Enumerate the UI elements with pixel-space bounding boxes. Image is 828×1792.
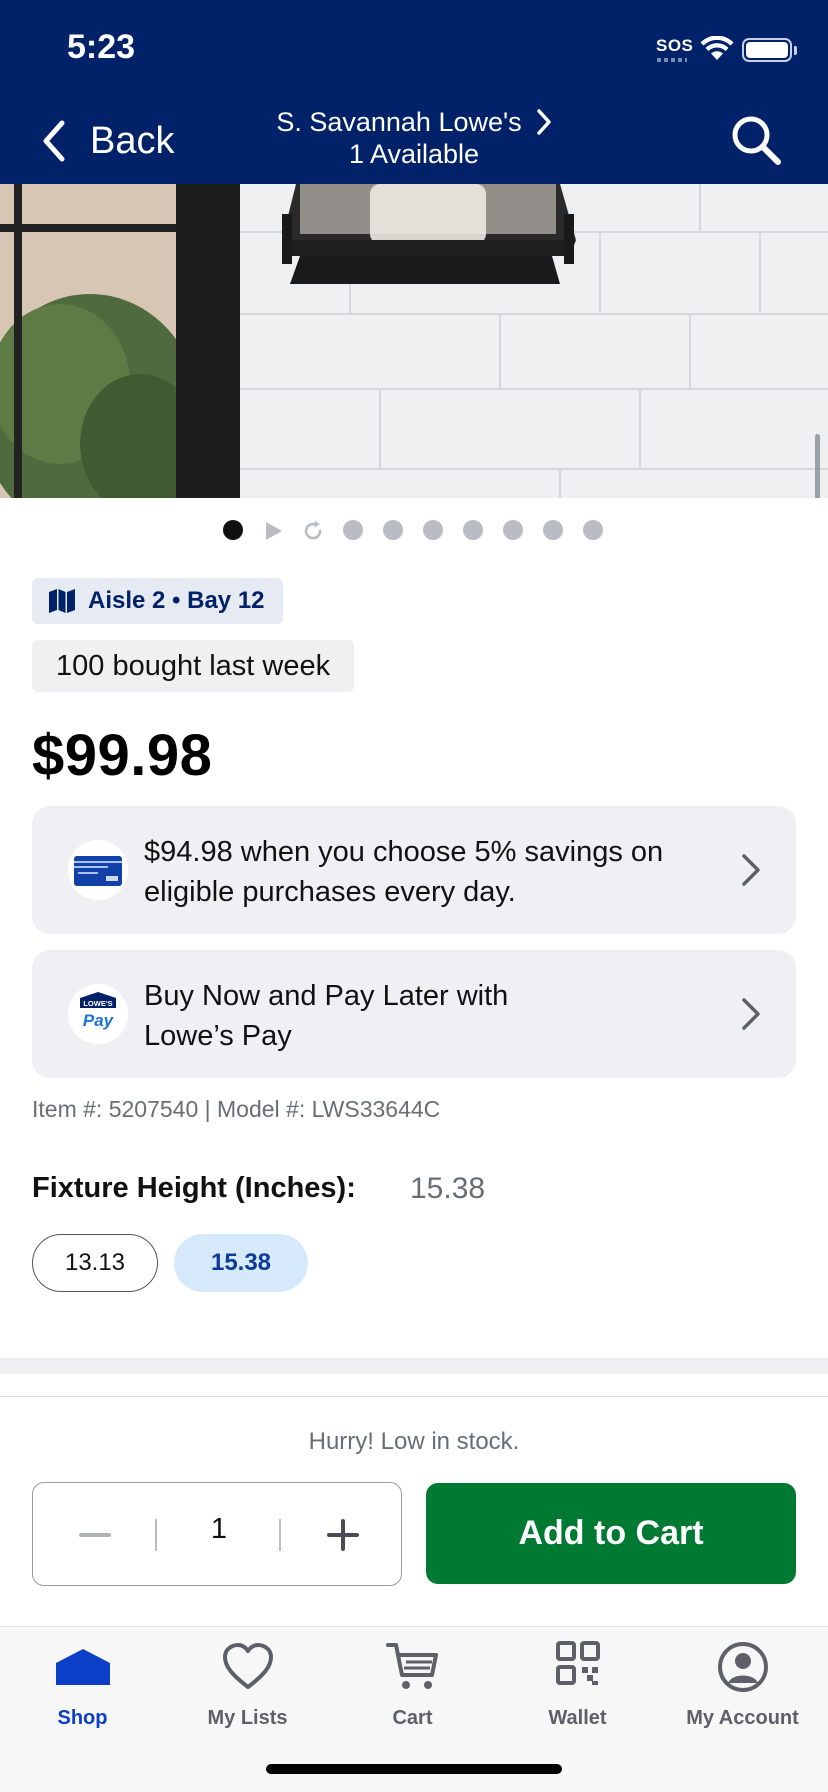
carousel-dot[interactable] [223,520,243,540]
home-indicator [266,1764,562,1774]
tab-label: My Lists [207,1707,288,1729]
qr-code-icon [555,1641,600,1685]
aisle-location-tag[interactable]: Aisle 2 • Bay 12 [32,578,283,624]
chevron-right-icon [742,854,760,886]
product-image[interactable] [0,184,828,498]
store-availability: 1 Available [348,139,480,169]
chevron-right-icon [536,109,551,135]
chevron-left-icon [43,120,65,162]
fixture-height-value: 15.38 [410,1172,486,1205]
video-play-icon[interactable] [262,520,284,542]
map-icon [49,589,75,613]
tab-label: Wallet [548,1707,607,1729]
battery-icon [742,38,792,62]
fixture-option-15-38-selected[interactable]: 15.38 [174,1234,308,1292]
sos-indicator: SOS [656,36,694,55]
carousel-dot[interactable] [383,520,403,540]
fixture-option-label: 15.38 [210,1249,272,1276]
store-name: S. Savannah Lowe's [276,107,522,137]
fixture-height-label: Fixture Height (Inches): [32,1172,356,1204]
chevron-right-icon [742,998,760,1030]
carousel-dot[interactable] [343,520,363,540]
lowes-pay-text: Buy Now and Pay Later with Lowe’s Pay [144,980,509,1052]
plus-icon[interactable] [323,1515,363,1555]
wifi-icon [700,36,734,60]
fixture-option-label: 13.13 [64,1249,126,1276]
credit-savings-promo[interactable]: $94.98 when you choose 5% savings on eli… [32,806,796,934]
credit-savings-text: $94.98 when you choose 5% savings on eli… [144,836,664,908]
low-stock-message: Hurry! Low in stock. [308,1428,520,1455]
lowes-pay-promo[interactable]: LOWE'S Pay Buy Now and Pay Later with Lo… [32,950,796,1078]
store-selector[interactable]: S. Savannah Lowe's 1 Available [240,106,588,170]
status-time: 5:23 [67,28,136,66]
lowes-card-icon [68,840,128,900]
lowes-pay-logo-top: LOWE'S [83,999,112,1008]
carousel-dot[interactable] [583,520,603,540]
minus-icon[interactable] [75,1515,115,1555]
carousel-dot[interactable] [543,520,563,540]
purchase-count-text: 100 bought last week [56,649,331,682]
signal-dots [657,58,687,62]
tab-shop[interactable]: Shop [0,1641,165,1751]
section-divider [0,1358,828,1374]
carousel-dot[interactable] [423,520,443,540]
quantity-value[interactable]: 1 [157,1513,281,1546]
carousel-dot[interactable] [503,520,523,540]
product-price: $99.98 [32,723,213,788]
image-carousel-dots[interactable] [0,518,828,542]
app-header: 5:23 SOS Back S. Savannah Lowe's 1 Avail… [0,0,828,184]
lantern-photo [0,184,828,498]
aisle-label: Aisle 2 • Bay 12 [88,587,265,614]
heart-icon [222,1643,273,1689]
shop-icon [55,1649,110,1685]
tab-wallet[interactable]: Wallet [495,1641,660,1751]
fixture-option-13-13[interactable]: 13.13 [32,1234,158,1292]
account-icon [717,1642,768,1692]
lowes-pay-logo-bottom: Pay [83,1011,115,1030]
item-model-number: Item #: 5207540 | Model #: LWS33644C [32,1096,441,1122]
tab-label: My Account [686,1707,799,1729]
tab-my-account[interactable]: My Account [660,1641,825,1751]
search-icon[interactable] [730,114,782,166]
cart-icon [385,1643,438,1689]
back-label: Back [90,119,175,162]
tab-my-lists[interactable]: My Lists [165,1641,330,1751]
tab-cart[interactable]: Cart [330,1641,495,1751]
image-scroll-indicator [815,434,820,498]
quantity-stepper: 1 [32,1482,402,1586]
carousel-dot[interactable] [463,520,483,540]
lowes-pay-icon: LOWE'S Pay [68,984,128,1044]
back-button[interactable]: Back [38,116,174,166]
add-to-cart-button[interactable]: Add to Cart [426,1483,796,1584]
tab-label: Shop [57,1707,108,1729]
purchase-count-badge: 100 bought last week [32,640,355,692]
360-view-icon[interactable] [301,519,325,543]
tab-label: Cart [392,1707,433,1729]
